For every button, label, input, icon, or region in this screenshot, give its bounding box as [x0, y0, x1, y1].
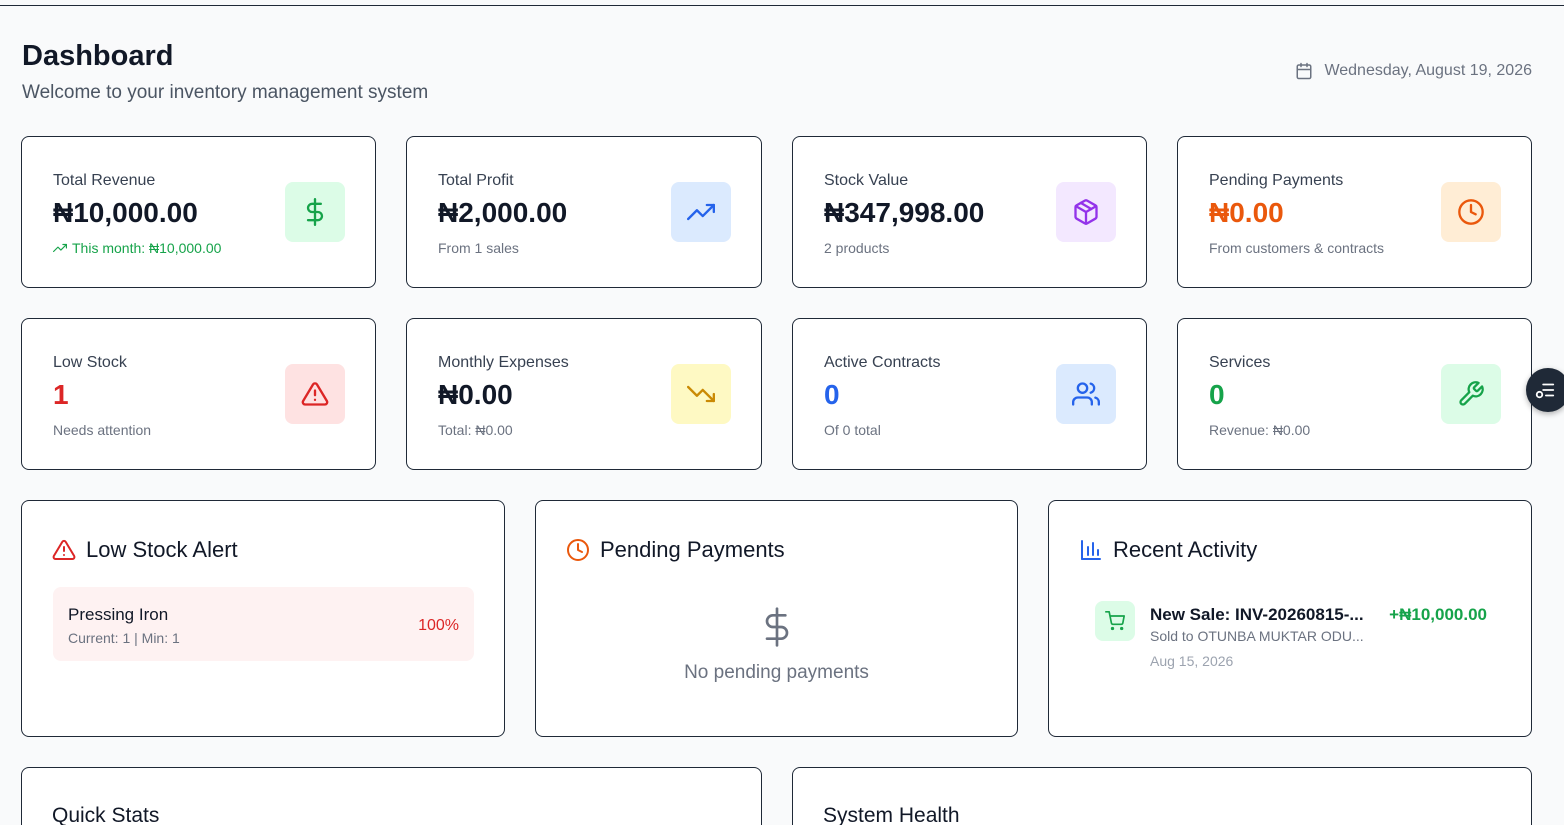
- stat-icon-box: [285, 364, 345, 424]
- list-settings-icon: [1535, 383, 1555, 399]
- panel-title-text: Recent Activity: [1113, 537, 1258, 562]
- clock-icon: [1458, 199, 1484, 225]
- date-text: Wednesday, August 19, 2026: [1324, 62, 1532, 79]
- stat-sub: Revenue: ₦0.00: [1209, 422, 1311, 438]
- stat-icon-box: [671, 364, 731, 424]
- item-name: Pressing Iron: [68, 605, 169, 624]
- stat-sub: Total: ₦0.00: [438, 422, 513, 438]
- stat-label: Low Stock: [53, 354, 127, 371]
- item-meta: Current: 1 | Min: 1: [68, 630, 180, 646]
- wrench-icon: [1459, 381, 1484, 406]
- system-health-panel: System Health: [792, 767, 1532, 825]
- item-percent: 100%: [418, 617, 459, 634]
- stat-label: Active Contracts: [824, 354, 941, 371]
- stat-value: 0: [824, 379, 840, 410]
- stat-label: Stock Value: [824, 172, 909, 189]
- activity-icon-box: [1095, 601, 1135, 641]
- stat-card-low-stock[interactable]: Low Stock 1 Needs attention: [21, 318, 376, 470]
- shopping-cart-icon: [1105, 611, 1125, 631]
- empty-state-text: No pending payments: [684, 662, 869, 683]
- users-icon: [1072, 382, 1100, 406]
- stat-sub: 2 products: [824, 240, 890, 256]
- stat-card-services[interactable]: Services 0 Revenue: ₦0.00: [1177, 318, 1532, 470]
- recent-activity-panel: Recent Activity New Sale: INV-20260815-.…: [1048, 500, 1532, 737]
- panel-title: Recent Activity: [1079, 537, 1257, 563]
- stat-value: ₦347,998.00: [824, 197, 985, 228]
- floating-action-button[interactable]: [1526, 368, 1564, 412]
- stat-icon-box: [1441, 364, 1501, 424]
- stat-icon-box: [1441, 182, 1501, 242]
- stat-value: ₦10,000.00: [53, 197, 198, 228]
- page-subtitle: Welcome to your inventory management sys…: [22, 82, 429, 103]
- stat-label: Pending Payments: [1209, 172, 1344, 189]
- stat-icon-box: [1056, 182, 1116, 242]
- stat-label: Total Revenue: [53, 172, 156, 189]
- panel-title: Low Stock Alert: [52, 537, 238, 563]
- stat-icon-box: [671, 182, 731, 242]
- stat-value: 1: [53, 379, 69, 410]
- stat-value: ₦2,000.00: [438, 197, 568, 228]
- stat-sub: This month: ₦10,000.00: [53, 240, 221, 256]
- alert-triangle-icon: [301, 382, 329, 406]
- activity-amount: +₦10,000.00: [1389, 605, 1487, 624]
- stat-label: Monthly Expenses: [438, 354, 569, 371]
- activity-date: Aug 15, 2026: [1150, 653, 1234, 669]
- package-icon: [1074, 199, 1098, 225]
- activity-desc: Sold to OTUNBA MUKTAR ODU...: [1150, 628, 1364, 644]
- stat-card-active-contracts[interactable]: Active Contracts 0 Of 0 total: [792, 318, 1147, 470]
- stat-icon-box: [1056, 364, 1116, 424]
- dollar-icon: [757, 605, 797, 654]
- stat-value: 0: [1209, 379, 1225, 410]
- panel-title: System Health: [823, 804, 960, 825]
- stat-sub: From 1 sales: [438, 240, 519, 256]
- quick-stats-panel: Quick Stats: [21, 767, 762, 825]
- stat-sub: Of 0 total: [824, 422, 881, 438]
- stat-card-pending-payments[interactable]: Pending Payments ₦0.00 From customers & …: [1177, 136, 1532, 288]
- stat-card-monthly-expenses[interactable]: Monthly Expenses ₦0.00 Total: ₦0.00: [406, 318, 762, 470]
- panel-title: Quick Stats: [52, 804, 160, 825]
- trending-down-icon: [687, 385, 715, 403]
- calendar-icon: [1296, 62, 1312, 80]
- clock-icon: [567, 539, 589, 561]
- stat-value: ₦0.00: [438, 379, 513, 410]
- current-date: Wednesday, August 19, 2026: [1295, 62, 1532, 80]
- pending-payments-panel: Pending Payments No pending payments: [535, 500, 1018, 737]
- low-stock-alert-panel: Low Stock Alert Pressing Iron Current: 1…: [21, 500, 505, 737]
- low-stock-item[interactable]: Pressing Iron Current: 1 | Min: 1 100%: [53, 587, 474, 661]
- stat-card-total-profit[interactable]: Total Profit ₦2,000.00 From 1 sales: [406, 136, 762, 288]
- activity-title[interactable]: New Sale: INV-20260815-...: [1150, 605, 1364, 625]
- stat-sub: From customers & contracts: [1209, 240, 1385, 256]
- stat-icon-box: [285, 182, 345, 242]
- trending-up-icon: [687, 203, 715, 221]
- stat-card-stock-value[interactable]: Stock Value ₦347,998.00 2 products: [792, 136, 1147, 288]
- stat-card-total-revenue[interactable]: Total Revenue ₦10,000.00 This month: ₦10…: [21, 136, 376, 288]
- stat-label: Total Profit: [438, 172, 514, 189]
- stat-label: Services: [1209, 354, 1271, 371]
- dollar-icon: [306, 198, 324, 226]
- top-border: [0, 5, 1564, 6]
- stat-value: ₦0.00: [1209, 197, 1284, 228]
- panel-title-text: Pending Payments: [600, 537, 785, 562]
- alert-triangle-icon: [52, 539, 76, 560]
- stat-sub: Needs attention: [53, 422, 152, 438]
- panel-title: Pending Payments: [566, 537, 785, 563]
- panel-title-text: Low Stock Alert: [86, 537, 238, 562]
- bar-chart-icon: [1081, 540, 1101, 560]
- stat-sub-text: This month: ₦10,000.00: [72, 240, 222, 256]
- page-header: Dashboard Welcome to your inventory mana…: [22, 40, 1532, 110]
- trending-up-small-icon: [53, 243, 67, 253]
